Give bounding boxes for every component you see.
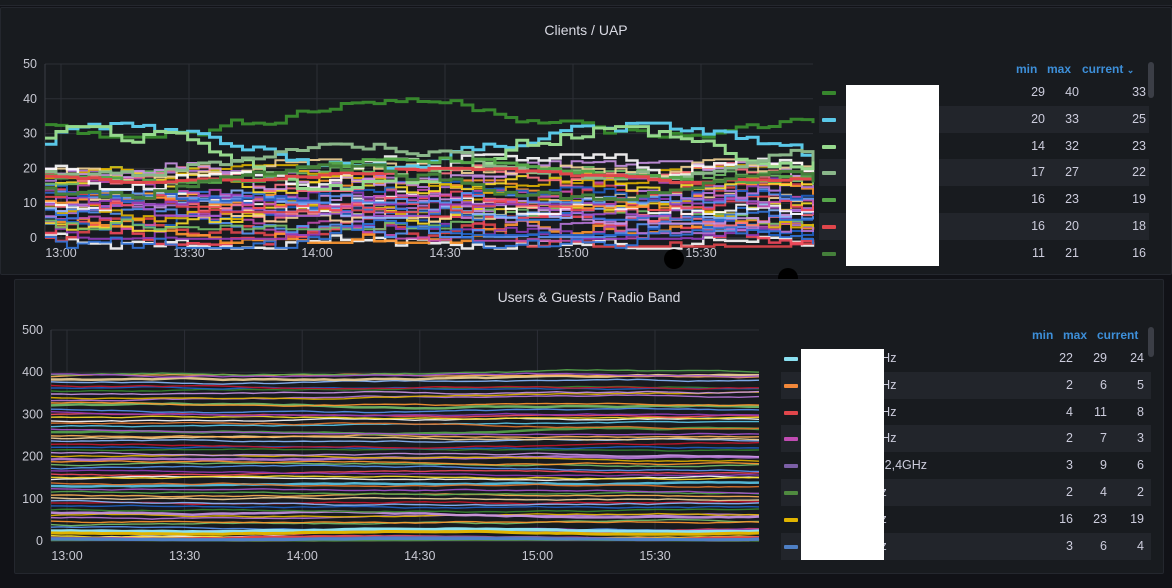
- legend-min-header[interactable]: min: [1032, 328, 1053, 342]
- legend-current-value: 5: [1137, 377, 1144, 392]
- legend-max-value: 33: [1065, 111, 1079, 126]
- clients-uap-chart[interactable]: 0102030405013:00 13:30 14:00 14:30 15:00 15:3…: [1, 8, 821, 275]
- legend-current-value: 24: [1130, 351, 1144, 365]
- y-tick-label: 0: [36, 534, 43, 548]
- x-tick-label: 15:30: [685, 246, 716, 260]
- legend-max-value: 27: [1065, 165, 1079, 180]
- series-line: [50, 504, 760, 509]
- x-tick-label: 14:30: [429, 246, 460, 260]
- redaction-box: [801, 349, 884, 560]
- legend-swatch: [822, 225, 836, 229]
- x-tick-label: 14:00: [287, 549, 318, 563]
- legend-swatch: [784, 464, 798, 469]
- legend-swatch: [822, 117, 836, 122]
- series-line: [50, 508, 760, 513]
- legend-scrollbar[interactable]: [1148, 327, 1154, 357]
- legend-header: min max current ⌄: [1, 62, 1171, 78]
- legend-max-value: 40: [1065, 85, 1079, 99]
- series-line: [50, 520, 760, 524]
- legend-max-value: 6: [1100, 377, 1107, 392]
- legend-max-value: 9: [1100, 458, 1107, 473]
- y-tick-label: 40: [23, 92, 37, 106]
- y-tick-label: 30: [23, 127, 37, 141]
- legend-min-header[interactable]: min: [1016, 62, 1037, 76]
- legend-max-value: 23: [1093, 511, 1107, 526]
- y-tick-label: 400: [22, 365, 43, 379]
- legend-max-value: 23: [1065, 192, 1079, 207]
- y-tick-label: 10: [23, 196, 37, 210]
- series-line: [50, 536, 760, 542]
- legend-swatch: [784, 357, 798, 361]
- legend-swatch: [784, 410, 798, 415]
- y-tick-label: 0: [30, 231, 37, 245]
- legend-header: min max current: [15, 328, 1163, 344]
- y-tick-label: 300: [22, 407, 43, 421]
- legend-max-value: 7: [1100, 431, 1107, 446]
- legend-max-value: 4: [1100, 485, 1107, 499]
- legend-max-value: 20: [1065, 219, 1079, 233]
- x-tick-label: 15:00: [557, 246, 588, 260]
- legend-current-header[interactable]: current: [1097, 328, 1138, 342]
- y-tick-label: 20: [23, 161, 37, 175]
- legend-current-value: 19: [1132, 192, 1146, 207]
- legend-max-value: 6: [1100, 538, 1107, 553]
- legend-swatch: [784, 544, 798, 549]
- legend-max-header[interactable]: max: [1047, 62, 1071, 76]
- legend-current-value: 16: [1132, 245, 1146, 260]
- legend-max-value: 11: [1094, 404, 1107, 419]
- legend-current-value: 25: [1132, 111, 1146, 126]
- black-dot: [664, 249, 684, 269]
- legend-current-value: 18: [1132, 219, 1146, 233]
- chevron-down-icon: ⌄: [1126, 65, 1135, 75]
- users-guests-radio-band-panel: Users & Guests / Radio Band 0 100 200 300 40…: [14, 279, 1164, 574]
- y-tick-label: 200: [22, 450, 43, 464]
- redaction-box: [846, 85, 939, 266]
- legend-current-value: 23: [1132, 138, 1146, 153]
- x-tick-label: 13:00: [51, 549, 82, 563]
- legend-scrollbar[interactable]: [1148, 62, 1154, 98]
- x-tick-label: 15:00: [522, 549, 553, 563]
- x-tick-label: 13:30: [169, 549, 200, 563]
- legend-swatch: [784, 383, 798, 388]
- clients-uap-panel: Clients / UAP 0 10 20 30 40 50 13:00 13:30 14:00…: [0, 7, 1172, 275]
- legend-current-header[interactable]: current ⌄: [1082, 62, 1134, 76]
- legend-current-value: 6: [1137, 458, 1144, 473]
- legend-current-value: 8: [1137, 404, 1144, 419]
- users-guests-chart[interactable]: 010020030040050013:00 13:30 14:00 14:30 15:0…: [15, 280, 775, 574]
- legend-swatch: [784, 437, 798, 442]
- legend-max-value: 21: [1065, 245, 1079, 260]
- legend-current-value: 33: [1132, 85, 1146, 99]
- legend-current-value: 3: [1137, 431, 1144, 446]
- legend-max-value: 29: [1093, 351, 1107, 365]
- legend-swatch: [784, 517, 798, 522]
- legend-swatch: [822, 198, 836, 203]
- x-tick-label: 14:30: [404, 549, 435, 563]
- legend-current-value: 19: [1130, 511, 1144, 526]
- legend-current-value: 4: [1137, 538, 1144, 553]
- top-panel-edge: [0, 0, 1172, 6]
- legend-swatch: [822, 251, 836, 256]
- x-tick-label: 15:30: [639, 549, 670, 563]
- legend-swatch: [822, 171, 836, 176]
- y-tick-label: 100: [22, 492, 43, 506]
- legend-max-value: 32: [1065, 138, 1079, 153]
- legend-swatch: [822, 144, 836, 149]
- legend-swatch: [822, 91, 836, 95]
- x-tick-label: 14:00: [301, 246, 332, 260]
- legend-max-header[interactable]: max: [1063, 328, 1087, 342]
- legend-current-value: 2: [1137, 485, 1144, 499]
- legend-current-value: 22: [1132, 165, 1146, 180]
- series-line: [50, 434, 760, 439]
- legend-swatch: [784, 491, 798, 495]
